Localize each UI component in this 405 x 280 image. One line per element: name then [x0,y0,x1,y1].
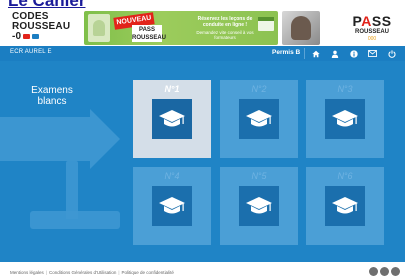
ad-photo [282,11,320,45]
main-panel: Examens blancs N°1 N°2 N°3 N°4 N°5 N°6 [0,61,405,262]
power-icon[interactable] [382,46,401,61]
info-icon[interactable] [344,46,363,61]
nav-bar: ECR AUREL E Permis B [0,46,405,61]
footer-link-privacy[interactable]: Politique de confidentialité [122,270,174,275]
social-icon-2[interactable] [380,267,389,276]
background-base [30,211,120,229]
exam-tile-label: N°5 [251,171,267,181]
nav-divider [304,48,305,59]
pass-logo-ss: SS [371,13,392,29]
codes-rousseau-logo[interactable]: CODES ROUSSEAU -0 [12,12,76,44]
page-title: Examens blancs [31,85,73,107]
exam-tile-5[interactable]: N°5 [220,167,298,245]
footer-links: Mentions légales | Conditions Générales d'… [10,270,174,275]
mail-icon[interactable] [363,46,382,61]
graduation-cap-icon [246,110,272,127]
footer: Mentions légales | Conditions Générales d'… [0,262,405,280]
logo-line-3: -0 [12,32,76,42]
banner-headline: Réservez les leçons de conduite en ligne… [197,16,253,28]
banner-image [88,14,110,42]
banner-pass-logo: PASS ROUSSEAU [132,25,167,42]
exam-tile-3[interactable]: N°3 [306,80,384,158]
exam-tile-2[interactable]: N°2 [220,80,298,158]
footer-link-cgu[interactable]: Conditions Générales d'Utilisation [49,270,116,275]
exam-tile-inner [239,99,279,139]
exam-tile-inner [152,186,192,226]
user-icon[interactable] [325,46,344,61]
exam-tile-label: N°1 [164,84,180,94]
background-pen-shape [0,117,90,161]
graduation-cap-icon [332,197,358,214]
graduation-cap-icon [159,110,185,127]
pass-logo-p: P [352,13,362,29]
banner-subtext: Demandez vite conseil à vos formateurs [196,30,254,40]
nav-user-label: ECR AUREL E [10,49,52,55]
exam-tile-inner [325,99,365,139]
exam-tile-label: N°4 [164,171,180,181]
pass-rousseau-logo[interactable]: PASS ROUSSEAU 000 [346,14,398,44]
logo-stripe-red [23,34,31,40]
exam-tile-inner [239,186,279,226]
exam-tile-4[interactable]: N°4 [133,167,211,245]
graduation-cap-icon [332,110,358,127]
exam-tile-label: N°2 [251,84,267,94]
pass-logo-subtitle: ROUSSEAU [354,29,389,35]
logo-stripe-blue [32,34,40,40]
logo-line-3-text: -0 [12,31,22,42]
exam-tile-label: N°6 [337,171,353,181]
permis-selector[interactable]: Permis B [272,49,300,56]
exam-tile-6[interactable]: N°6 [306,167,384,245]
promo-banner[interactable]: NOUVEAU PASS ROUSSEAU Réservez les leçon… [84,11,278,45]
exam-tile-1[interactable]: N°1 [133,80,211,158]
graduation-cap-icon [159,197,185,214]
social-icon-1[interactable] [369,267,378,276]
pass-logo-dots: 000 [367,36,377,42]
exam-tile-inner [325,186,365,226]
pass-logo-a: A [361,13,372,29]
footer-link-legal[interactable]: Mentions légales [10,270,44,275]
header: CODES ROUSSEAU -0 NOUVEAU PASS ROUSSEAU … [0,10,405,46]
exam-tile-inner [152,99,192,139]
social-icon-3[interactable] [391,267,400,276]
top-heading-text: Le Cahier [8,0,86,10]
graduation-cap-icon [246,197,272,214]
pass-logo-title: PASS [346,14,398,29]
background-pen-tip [90,109,120,169]
home-icon[interactable] [306,46,325,61]
nav-icons [306,46,401,61]
exam-tile-label: N°3 [337,84,353,94]
footer-social-icons [369,267,400,276]
calendar-icon [258,17,274,31]
logo-line-2: ROUSSEAU [12,20,71,32]
top-heading: Le Cahier [0,0,405,10]
